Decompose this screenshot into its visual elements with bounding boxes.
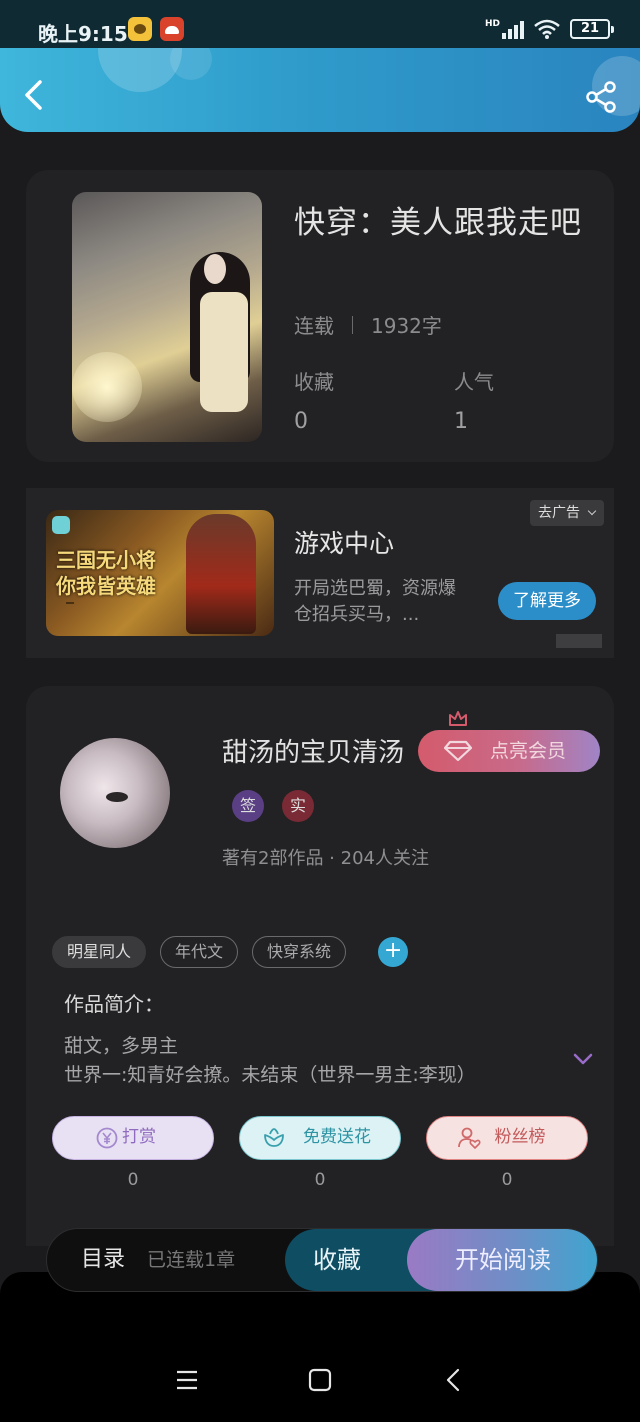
book-title: 快穿：美人跟我走吧 — [294, 205, 582, 241]
share-button[interactable] — [584, 80, 618, 114]
stat-label: 收藏 — [294, 370, 334, 394]
book-status: 连载 — [294, 314, 334, 338]
start-reading-button[interactable]: 开始阅读 — [407, 1229, 597, 1291]
book-cover-image[interactable] — [72, 192, 262, 442]
intro-line: 世界一:知青好会撩。未结束（世界一男主:李现） — [64, 1064, 476, 1086]
divider — [352, 315, 353, 334]
flower-action: 免费送花 0 — [239, 1116, 401, 1190]
back-button[interactable] — [18, 78, 52, 112]
tag-list: 明星同人 年代文 快穿系统 + — [52, 936, 409, 968]
fan-ranking-button[interactable]: 粉丝榜 — [426, 1116, 588, 1160]
remove-ad-button[interactable]: 去广告 — [530, 500, 604, 526]
fans-action: 粉丝榜 0 — [426, 1116, 588, 1190]
status-indicators: HD 21 — [484, 19, 614, 39]
ad-description: 开局选巴蜀，资源爆仓招兵买马，... — [294, 578, 456, 625]
stat-value: 1 — [454, 409, 468, 434]
intro-text: 甜文，多男主 世界一:知青好会撩。未结束（世界一男主:李现） — [64, 1032, 544, 1090]
intro-line: 甜文，多男主 — [64, 1035, 179, 1057]
hd-label: HD — [484, 19, 500, 29]
vip-membership-button[interactable]: 点亮会员 — [418, 711, 600, 772]
flower-icon — [264, 1128, 284, 1147]
diamond-icon — [444, 740, 472, 762]
ad-image-text: 你我皆英雄 — [56, 574, 156, 598]
author-info: 著有2部作品 · 204人关注 — [222, 848, 429, 869]
signed-author-badge: 签 — [232, 790, 264, 822]
stat-value: 0 — [294, 409, 308, 434]
author-name[interactable]: 甜汤的宝贝清汤 — [222, 732, 404, 769]
game-app-icon — [52, 516, 70, 534]
system-navigation-bar — [0, 1272, 640, 1422]
vip-label: 点亮会员 — [490, 740, 567, 762]
tag-item[interactable]: 明星同人 — [52, 936, 147, 968]
ad-source-logo — [556, 634, 602, 648]
intro-heading: 作品简介： — [64, 992, 164, 1016]
app-notification-icon — [160, 17, 184, 41]
ad-image[interactable]: 三国无小将 你我皆英雄 — [46, 510, 274, 636]
chevron-down-icon[interactable] — [572, 1048, 594, 1070]
wifi-icon — [534, 19, 560, 39]
chapter-count: 已连载1章 — [147, 1249, 236, 1271]
tag-item[interactable]: 年代文 — [160, 936, 239, 968]
stat-favorites: 收藏 0 — [294, 366, 334, 434]
author-avatar[interactable] — [60, 738, 170, 848]
top-header — [0, 48, 640, 132]
learn-more-button[interactable]: 了解更多 — [498, 582, 596, 620]
tip-action: 打赏 0 — [52, 1116, 214, 1190]
decorative-bubble — [170, 48, 212, 80]
book-info-card: 快穿：美人跟我走吧 连载 1932字 收藏 0 人气 1 — [26, 170, 614, 462]
status-bar: 晚上9:15 HD 21 — [0, 0, 640, 48]
fans-count: 0 — [501, 1170, 513, 1190]
tip-button[interactable]: 打赏 — [52, 1116, 214, 1160]
stat-popularity: 人气 1 — [454, 366, 494, 434]
bottom-action-bar: 目录 已连载1章 收藏 开始阅读 — [46, 1228, 598, 1292]
ad-title: 游戏中心 — [294, 529, 395, 558]
ad-image-caption — [66, 602, 74, 604]
send-flower-button[interactable]: 免费送花 — [239, 1116, 401, 1160]
action-row: 打赏 0 免费送花 0 粉丝榜 0 — [52, 1116, 588, 1190]
book-word-count: 1932字 — [371, 314, 442, 338]
add-tag-icon[interactable]: + — [378, 937, 409, 967]
author-card: 甜汤的宝贝清汤 点亮会员 签 实 著有2部作品 · 204人关注 明星同人 年代… — [26, 686, 614, 1246]
table-of-contents-button[interactable]: 目录 — [81, 1229, 125, 1291]
battery-icon: 21 — [570, 19, 614, 39]
flower-count: 0 — [314, 1170, 326, 1190]
menu-icon[interactable] — [174, 1368, 200, 1392]
signal-icon — [502, 19, 524, 39]
back-nav-icon[interactable] — [442, 1368, 468, 1392]
book-meta: 连载 1932字 — [294, 310, 442, 339]
ad-image-text: 三国无小将 — [56, 548, 156, 572]
verified-author-badge: 实 — [282, 790, 314, 822]
ad-card[interactable]: 三国无小将 你我皆英雄 游戏中心 开局选巴蜀，资源爆仓招兵买马，... 去广告 … — [26, 488, 614, 658]
user-heart-icon — [458, 1127, 481, 1149]
home-icon[interactable] — [307, 1368, 333, 1392]
tag-item[interactable]: 快穿系统 — [252, 936, 347, 968]
stat-label: 人气 — [454, 370, 494, 394]
tip-count: 0 — [127, 1170, 139, 1190]
app-notification-icon — [128, 17, 152, 41]
status-time: 晚上9:15 — [38, 22, 128, 46]
yen-icon — [96, 1127, 118, 1149]
crown-icon — [449, 711, 467, 726]
